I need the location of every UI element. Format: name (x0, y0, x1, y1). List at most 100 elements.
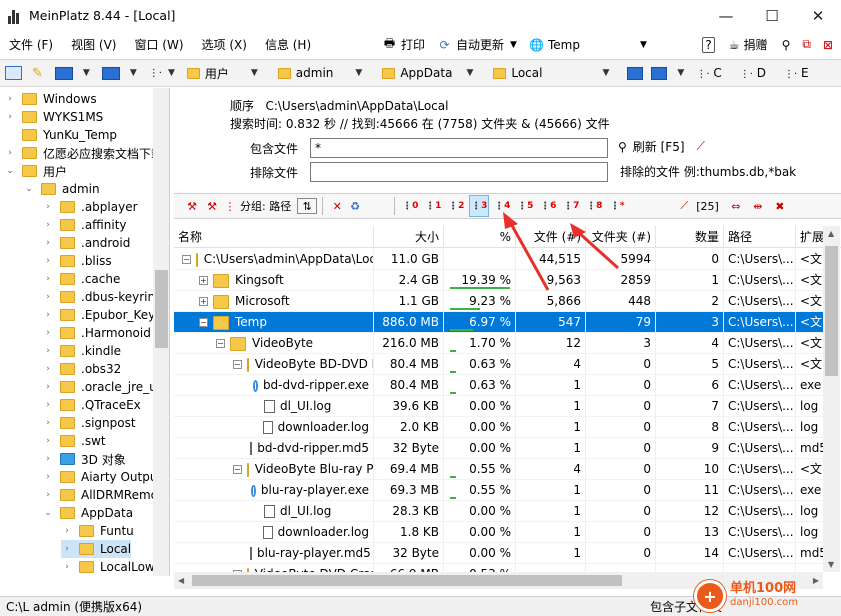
chevron-down-icon[interactable]: ▼ (168, 68, 175, 78)
table-row[interactable]: − C:\Users\admin\AppData\Local 11.0 GB 44,5… (174, 249, 836, 270)
tree-item[interactable]: › .signpost (42, 414, 135, 432)
print-button[interactable]: 🖶 打印 (382, 36, 425, 53)
crumb-admin[interactable]: admin ▼ (272, 62, 375, 84)
tree-item[interactable]: › .cache (42, 270, 120, 288)
tree-item[interactable]: › .dbus-keyrings (42, 288, 169, 306)
tree-item[interactable]: ›.Epubor_KeyFiles (42, 306, 169, 324)
folder-tree[interactable]: › Windows › WYKS1MS YunKu_Temp › 亿愿必应搜索文档下载 ⌄ 用户… (0, 88, 170, 576)
monitor-icon[interactable] (101, 66, 120, 80)
scroll-left-icon[interactable]: ◀ (178, 576, 184, 585)
tree-item[interactable]: › LocalLow (61, 558, 155, 576)
tree-item[interactable]: ⌄ AppData (42, 504, 133, 522)
chevron-right-icon[interactable]: › (42, 436, 54, 446)
swap-icon[interactable]: ⇔ (725, 195, 747, 217)
chevron-right-icon[interactable]: › (42, 472, 54, 482)
chevron-down-icon[interactable]: ▼ (130, 68, 137, 78)
column-header-size[interactable]: 大小 (374, 226, 444, 248)
tree-item[interactable]: ⌄ admin (23, 180, 99, 198)
tree-item[interactable]: › Funtu (61, 522, 134, 540)
column-header-name[interactable]: 名称 (174, 226, 374, 248)
collapse-icon[interactable]: − (182, 255, 191, 264)
expand-level-1-button[interactable]: ⋮ 1 (423, 195, 443, 217)
tree-item[interactable]: ⌄ 用户 (4, 162, 67, 180)
chevron-right-icon[interactable]: › (42, 418, 54, 428)
column-header-files[interactable]: 文件 (#) (516, 226, 586, 248)
chevron-right-icon[interactable]: › (61, 562, 73, 572)
include-input[interactable] (310, 138, 608, 158)
chevron-right-icon[interactable]: › (61, 526, 73, 536)
table-row[interactable]: − VideoByte Blu-ray Player69.4 MB0.55 %40… (174, 459, 836, 480)
recycle-icon[interactable]: ♻ (346, 195, 364, 217)
chevron-down-icon[interactable]: ⌄ (4, 166, 16, 176)
chevron-right-icon[interactable]: › (42, 238, 54, 248)
expand-icon[interactable]: ⇹ (747, 195, 769, 217)
expand-level-8-button[interactable]: ⋮ 8 (584, 195, 604, 217)
scroll-up-icon[interactable]: ▲ (828, 229, 834, 238)
table-row[interactable]: blu-ray-player.md5 32 Byte 0.00 % 1 0 14 C:\Us… (174, 543, 836, 564)
monitor-icon[interactable] (651, 66, 668, 80)
tree-item[interactable]: › Windows (4, 90, 96, 108)
crumb-appdata[interactable]: AppData ▼ (376, 62, 485, 84)
drive-c[interactable]: ⋮· C (696, 66, 721, 80)
expand-level-6-button[interactable]: ⋮ 6 (538, 195, 558, 217)
chevron-right-icon[interactable]: › (4, 94, 16, 104)
table-row[interactable]: −VideoByte DVD Creator66.9 MB0.53 % (174, 564, 836, 572)
crumb-users[interactable]: 用户 ▼ (181, 62, 270, 84)
maximize-button[interactable]: ☐ (749, 0, 795, 31)
chevron-right-icon[interactable]: › (42, 454, 54, 464)
collapse-icon[interactable]: − (233, 360, 242, 369)
collapse-icon[interactable]: − (233, 465, 242, 474)
chevron-right-icon[interactable]: › (42, 328, 54, 338)
menu-window[interactable]: 窗口 (W) (134, 36, 183, 53)
sort-icon[interactable]: ⚒ (182, 195, 202, 217)
tree-item[interactable]: ›.oracle_jre_usage (42, 378, 169, 396)
drive-e[interactable]: ⋮· E (784, 66, 809, 80)
monitor-icon[interactable] (54, 66, 73, 80)
expand-level-2-button[interactable]: ⋮ 2 (446, 195, 466, 217)
network-icon[interactable]: ⋮· (149, 68, 162, 79)
menu-file[interactable]: 文件 (F) (9, 36, 53, 53)
expand-level-4-button[interactable]: ⋮ 4 (492, 195, 512, 217)
group-toggle-icon[interactable]: ⇅ (297, 198, 318, 214)
expand-level-0-button[interactable]: ⋮ 0 (400, 195, 420, 217)
minimize-button[interactable]: — (703, 0, 749, 31)
column-header-count[interactable]: 数量 (656, 226, 724, 248)
table-row[interactable]: downloader.log 2.0 KB 0.00 % 1 0 8 C:\Users\..… (174, 417, 836, 438)
chevron-right-icon[interactable]: › (61, 544, 73, 554)
expand-level-7-button[interactable]: ⋮ 7 (561, 195, 581, 217)
table-row[interactable]: − VideoByte BD-DVD Ripper80.4 MB0.63 %405… (174, 354, 836, 375)
expand-icon[interactable]: + (199, 297, 208, 306)
chevron-down-icon[interactable]: ⌄ (23, 184, 35, 194)
tree-item[interactable]: › 亿愿必应搜索文档下载 (4, 144, 163, 162)
tree-item[interactable]: › .Harmonoid (42, 324, 151, 342)
table-row[interactable]: − Temp 886.0 MB 6.97 % 547 79 3 C:\Users\... <文 (174, 312, 836, 333)
tree-item[interactable]: › Local (61, 540, 132, 558)
column-header-pct[interactable]: % (444, 226, 516, 248)
chevron-right-icon[interactable]: › (42, 220, 54, 230)
chevron-right-icon[interactable]: › (42, 274, 54, 284)
chevron-right-icon[interactable]: › (42, 202, 54, 212)
tree-item[interactable]: › WYKS1MS (4, 108, 103, 126)
expand-level-3-button[interactable]: ⋮ 3 (469, 195, 490, 217)
scroll-thumb[interactable] (192, 575, 622, 586)
star-icon[interactable]: ✎ (32, 66, 43, 81)
help-icon[interactable]: ? (702, 36, 715, 53)
crumb-local[interactable]: Local ▼ (487, 62, 621, 84)
tree-item[interactable]: › .obs32 (42, 360, 121, 378)
table-row[interactable]: dl_UI.log 39.6 KB 0.00 % 1 0 7 C:\Users\... log (174, 396, 836, 417)
tree-scrollbar[interactable] (153, 88, 169, 576)
collapse-icon[interactable]: − (216, 339, 225, 348)
table-row[interactable]: + Kingsoft 2.4 GB 19.39 % 9,563 2859 1 C:\Users… (174, 270, 836, 291)
chevron-right-icon[interactable]: › (4, 112, 16, 122)
list-view-icon[interactable] (5, 66, 22, 80)
scroll-thumb[interactable] (825, 246, 838, 376)
table-row[interactable]: dl_UI.log 28.3 KB 0.00 % 1 0 12 C:\Users\... lo… (174, 501, 836, 522)
collapse-icon[interactable]: − (199, 318, 208, 327)
tree-item[interactable]: › .abplayer (42, 198, 137, 216)
tree-item[interactable]: › Aiarty Output (42, 468, 162, 486)
refresh-button[interactable]: ⚲ 刷新 [F5] ⟋ (618, 138, 705, 155)
chevron-right-icon[interactable]: › (42, 400, 54, 410)
menu-info[interactable]: 信息 (H) (265, 36, 311, 53)
table-row[interactable]: bd-dvd-ripper.md5 32 Byte 0.00 % 1 0 9 C:\User… (174, 438, 836, 459)
table-row[interactable]: blu-ray-player.exe 69.3 MB 0.55 % 1 0 11 C:\Us… (174, 480, 836, 501)
